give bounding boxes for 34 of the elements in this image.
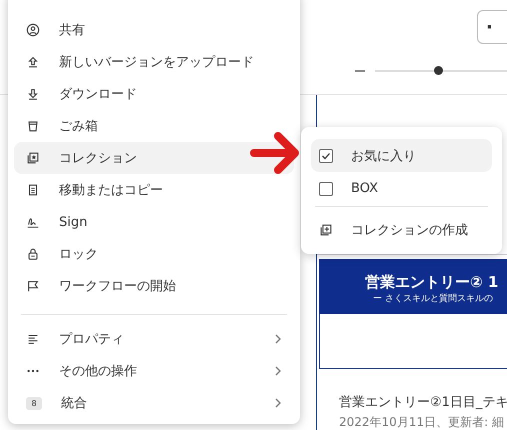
file-meta: 2022年10月11日、更新者: 細	[339, 414, 505, 430]
collection-icon	[26, 151, 40, 165]
checkbox[interactable]	[319, 182, 333, 196]
person-icon	[26, 23, 40, 37]
menu-item[interactable]: ロック	[14, 238, 294, 270]
menu-item[interactable]: 新しいバージョンをアップロード	[14, 46, 294, 78]
copy-icon	[26, 183, 40, 197]
menu-item[interactable]: ダウンロード	[14, 78, 294, 110]
more-button[interactable]: ·	[477, 10, 507, 44]
count-badge: 8	[26, 396, 42, 410]
menu-item[interactable]: 移動またはコピー	[14, 174, 294, 206]
file-title[interactable]: 営業エントリー②1日目_テキ	[339, 393, 507, 411]
list-icon	[26, 332, 40, 346]
menu-item[interactable]: 8 統合	[14, 387, 294, 419]
add-collection-icon	[319, 222, 333, 236]
create-collection-item[interactable]: コレクションの作成	[311, 213, 492, 246]
download-icon	[26, 87, 40, 101]
banner-title: 営業エントリー② 1	[365, 272, 500, 292]
menu-item[interactable]: プロパティ	[14, 323, 294, 355]
menu-item[interactable]: ワークフローの開始	[14, 270, 294, 302]
collection-item[interactable]: お気に入り	[311, 139, 492, 172]
lock-icon	[26, 247, 40, 261]
menu-item[interactable]: コレクション	[14, 142, 294, 174]
checkbox[interactable]	[319, 148, 333, 162]
menu-item[interactable]: その他の操作	[14, 355, 294, 387]
trash-icon	[26, 119, 40, 133]
menu-item[interactable]: Sign	[14, 206, 294, 238]
banner-subtitle: ー さくスキルと質問スキルの	[373, 292, 494, 305]
menu-item[interactable]: 共有	[14, 14, 294, 46]
slider-thumb[interactable]	[434, 66, 443, 75]
menu-item[interactable]: ごみ箱	[14, 110, 294, 142]
upload-icon	[26, 55, 40, 69]
collection-item[interactable]: BOX	[311, 172, 492, 205]
flag-icon	[26, 279, 40, 293]
